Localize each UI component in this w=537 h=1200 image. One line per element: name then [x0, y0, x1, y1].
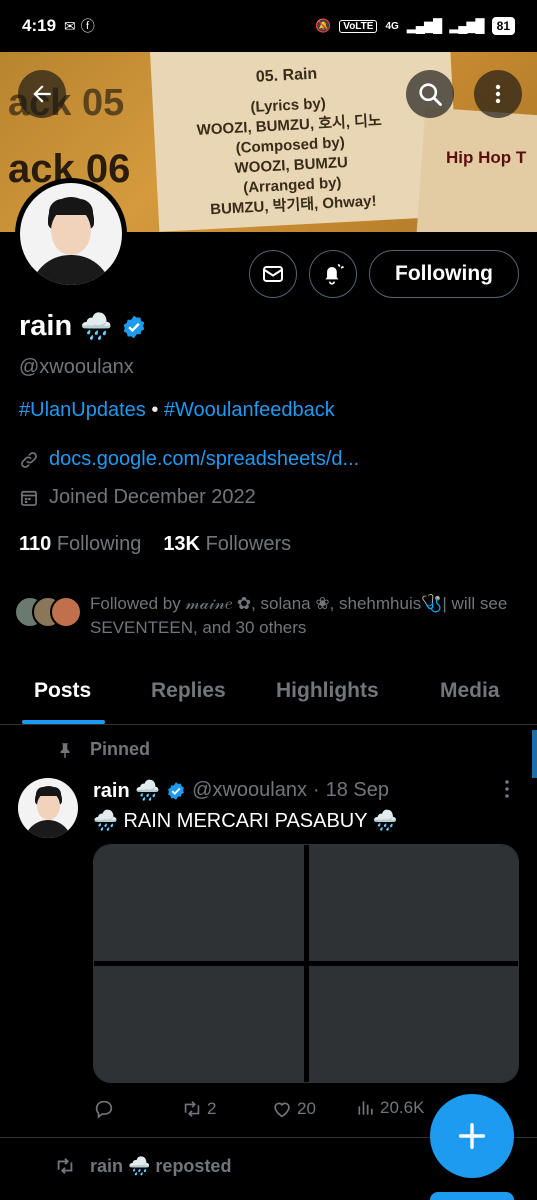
tweet-avatar[interactable] [18, 778, 78, 838]
like-button[interactable]: 20 [271, 1098, 316, 1120]
followed-by-row[interactable]: Followed by 𝓂𝒶𝒾𝓃𝑒 ✿, solana ❀, shehmhuis… [14, 592, 524, 640]
profile-tabs: Posts Replies Highlights Media [0, 665, 537, 725]
profile-avatar[interactable] [15, 178, 127, 290]
profile-name-emoji: 🌧️ [80, 311, 113, 341]
followers-label: Followers [205, 533, 292, 555]
notifications-button[interactable] [309, 250, 357, 298]
mutual-avatar [50, 596, 82, 628]
followers-count-link[interactable]: 13K Followers [163, 533, 291, 556]
compose-fab[interactable] [430, 1094, 514, 1178]
tweet-text: 🌧️ RAIN MERCARI PASABUY 🌧️ [93, 810, 398, 832]
pinned-indicator: Pinned [56, 739, 150, 760]
tweet-more-button[interactable] [500, 778, 514, 806]
views-count: 20.6K [380, 1098, 425, 1117]
following-button[interactable]: Following [369, 250, 519, 298]
profile-joined-date: Joined December 2022 [49, 486, 256, 508]
next-fab-edge [430, 1192, 514, 1200]
tweet-author-name[interactable]: rain 🌧️ [93, 778, 160, 803]
like-count: 20 [297, 1099, 316, 1118]
profile-bio: #UlanUpdates • #Wooulanfeedback [19, 399, 335, 422]
signal-2-icon: ▂▄▆█ [449, 18, 484, 33]
link-icon [21, 451, 37, 468]
profile-handle: @xwooulanx [19, 356, 134, 378]
profile-name-row: rain 🌧️ [19, 310, 147, 343]
tab-replies[interactable]: Replies [151, 679, 226, 703]
status-bar: 4:19 ✉ ⓕ 🔕 VoLTE 4G ▂▄▆█ ▂▄▆█ 81 [0, 0, 537, 52]
tweet-date: 18 Sep [325, 779, 390, 801]
views-icon [358, 1101, 373, 1115]
following-count-link[interactable]: 110 Following [19, 533, 141, 556]
tweet-media-item[interactable] [308, 845, 518, 961]
bio-hashtag[interactable]: #UlanUpdates [19, 399, 146, 421]
tweet-author-handle: @xwooulanx [192, 779, 307, 801]
mail-icon [263, 266, 283, 282]
profile-joined-row: Joined December 2022 [19, 486, 256, 509]
avatar-image [20, 183, 122, 285]
bio-hashtag[interactable]: #Wooulanfeedback [164, 399, 335, 421]
retweet-button[interactable]: 2 [181, 1098, 216, 1120]
battery-indicator: 81 [491, 17, 515, 35]
profile-name: rain [19, 310, 73, 342]
tweet-media-item[interactable] [308, 966, 518, 1082]
banner-credits: 05. Rain (Lyrics by) WOOZI, BUMZU, 호시, 디… [156, 59, 423, 222]
bio-separator: • [151, 399, 159, 421]
message-button[interactable] [249, 250, 297, 298]
more-vertical-icon [505, 780, 509, 798]
tweet-separator: · [312, 779, 320, 801]
verified-badge-icon[interactable] [121, 314, 147, 340]
banner-side-text: Hip Hop T [446, 148, 527, 167]
following-count: 110 [19, 533, 52, 555]
reply-button[interactable] [93, 1098, 115, 1120]
pin-icon [60, 742, 70, 758]
followed-by-text: Followed by 𝓂𝒶𝒾𝓃𝑒 ✿, solana ❀, shehmhuis… [90, 594, 508, 637]
back-arrow-icon [33, 85, 51, 103]
back-button[interactable] [18, 70, 66, 118]
heart-icon [274, 1102, 290, 1118]
mutual-avatars [14, 592, 84, 632]
views-button[interactable]: 20.6K [356, 1098, 424, 1118]
reposted-label: rain 🌧️ reposted [90, 1155, 232, 1176]
more-vertical-icon [495, 84, 501, 104]
tweet-media-item[interactable] [94, 966, 304, 1082]
tab-posts[interactable]: Posts [34, 679, 91, 703]
plus-icon [458, 1122, 486, 1150]
active-tab-indicator [22, 720, 105, 724]
tweet-header: rain 🌧️ @xwooulanx · 18 Sep [93, 778, 389, 803]
profile-website-link[interactable]: docs.google.com/spreadsheets/d... [49, 448, 359, 471]
tweet-media-item[interactable] [94, 845, 304, 961]
tweet-media-grid [93, 844, 519, 1083]
mail-notification-icon: ✉ [64, 17, 76, 34]
scrollbar-thumb[interactable] [532, 730, 537, 778]
search-icon [419, 83, 442, 106]
retweet-count: 2 [207, 1099, 217, 1118]
signal-icon: ▂▄▆█ [406, 18, 442, 33]
profile-link-row: docs.google.com/spreadsheets/d... [19, 448, 359, 471]
more-options-button[interactable] [474, 70, 522, 118]
retweet-icon [184, 1101, 200, 1117]
status-time: 4:19 [22, 16, 57, 35]
retweet-icon [57, 1158, 73, 1174]
tab-media[interactable]: Media [440, 679, 500, 703]
search-button[interactable] [406, 70, 454, 118]
bell-plus-icon [325, 263, 344, 285]
followers-count: 13K [163, 533, 201, 555]
follow-counts: 110 Following 13K Followers [19, 533, 291, 556]
facebook-notification-icon: ⓕ [80, 18, 95, 34]
pinned-label: Pinned [90, 739, 151, 759]
mute-icon: 🔕 [315, 18, 332, 33]
volte-indicator: VoLTE [339, 19, 378, 33]
verified-badge-icon [168, 781, 185, 800]
following-label: Following [56, 533, 142, 555]
calendar-icon [21, 490, 37, 506]
reply-icon [95, 1100, 113, 1119]
network-type: 4G [385, 20, 399, 32]
banner-paper-2 [414, 107, 537, 232]
reposted-indicator: rain 🌧️ reposted [54, 1155, 231, 1177]
tab-highlights[interactable]: Highlights [276, 679, 379, 703]
